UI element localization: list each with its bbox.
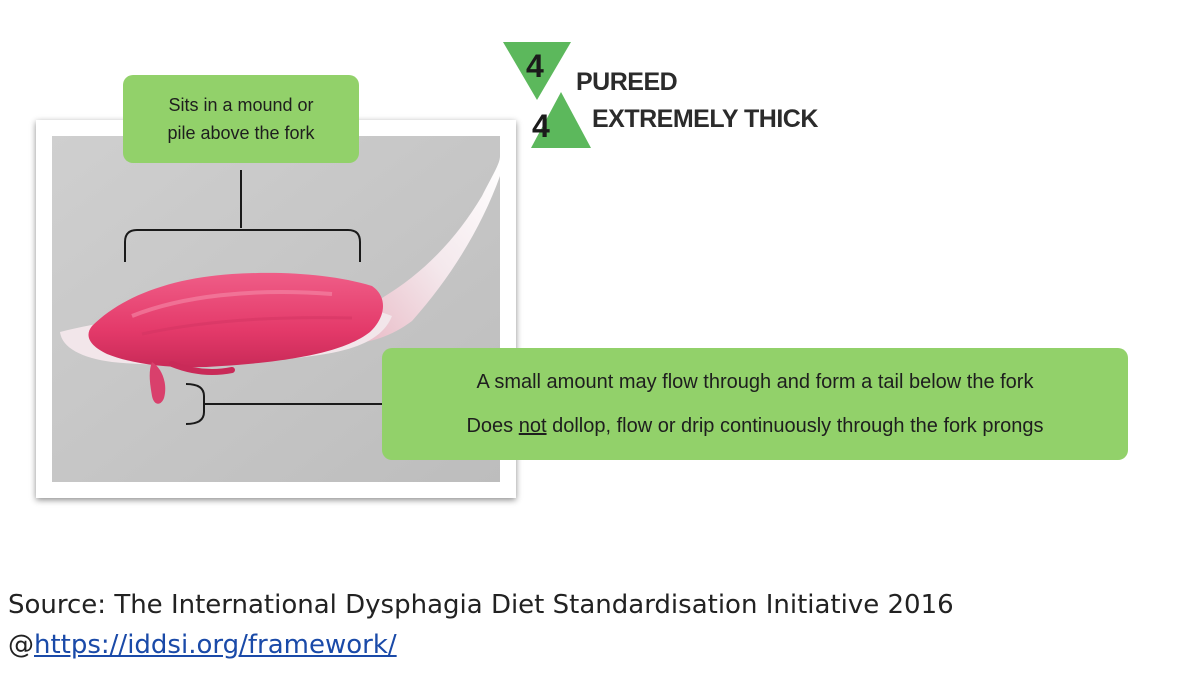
source-link[interactable]: https://iddsi.org/framework/ — [34, 630, 397, 660]
flow-callout-underlined-word: not — [518, 415, 547, 437]
level-label-extremely-thick: EXTREMELY THICK — [592, 105, 818, 133]
flow-callout-line2-before: Does — [466, 415, 519, 437]
mound-callout-line1: Sits in a mound or — [168, 95, 314, 115]
level-label-pureed: PUREED — [576, 68, 678, 96]
flow-callout-line2-after: dollop, flow or drip continuously throug… — [546, 415, 1044, 437]
source-link-line: @https://iddsi.org/framework/ — [8, 625, 954, 665]
source-text: Source: The International Dysphagia Diet… — [8, 590, 954, 620]
source-at-prefix: @ — [8, 630, 34, 660]
source-citation: Source: The International Dysphagia Diet… — [8, 585, 954, 665]
mound-callout: Sits in a mound or pile above the fork — [123, 75, 359, 163]
logo-top-number: 4 — [526, 48, 544, 84]
flow-callout-line2: Does not dollop, flow or drip continuous… — [466, 413, 1043, 439]
mound-callout-line2: pile above the fork — [167, 123, 315, 143]
logo-bottom-number: 4 — [532, 108, 550, 144]
flow-callout-line1: A small amount may flow through and form… — [476, 371, 1034, 393]
flow-callout: A small amount may flow through and form… — [382, 348, 1128, 460]
